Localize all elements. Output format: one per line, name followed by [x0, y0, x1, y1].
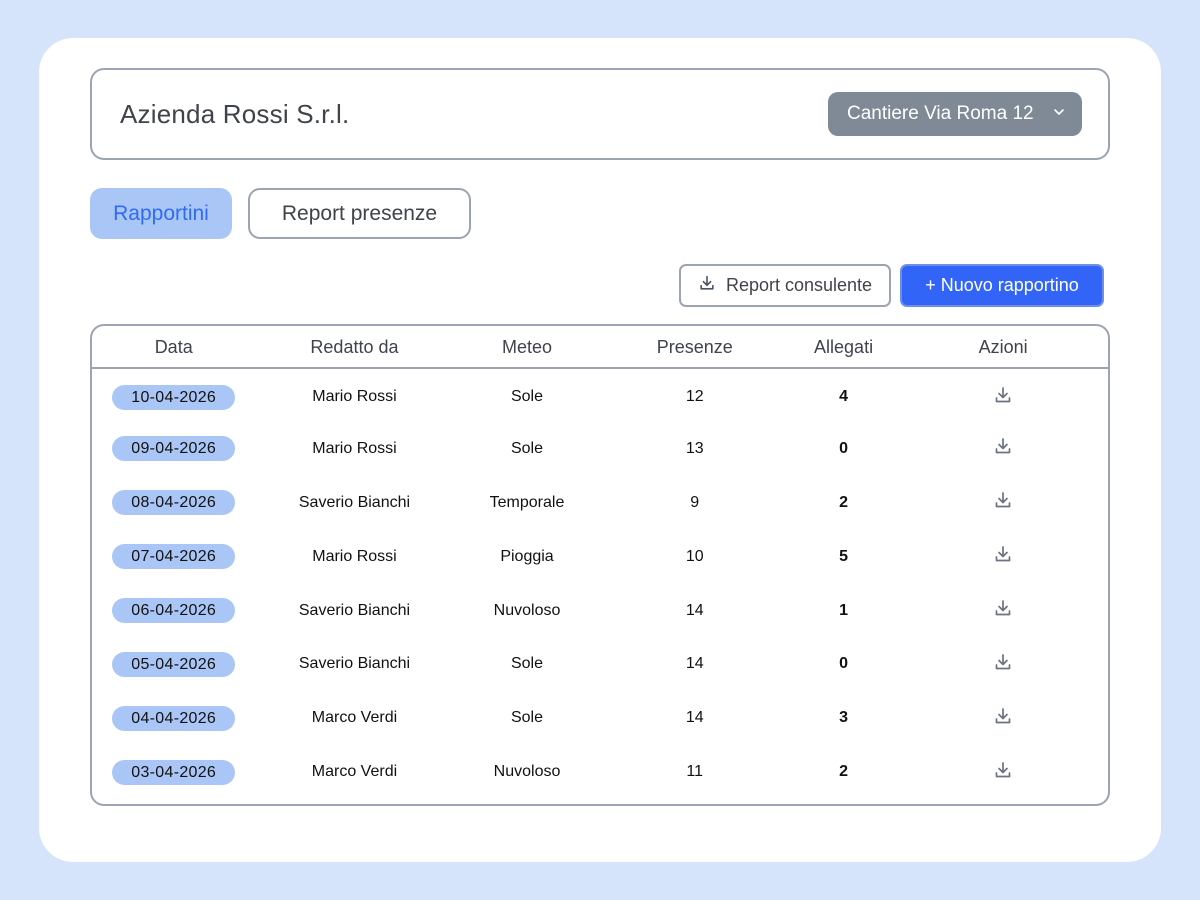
date-badge: 05-04-2026 — [112, 651, 236, 677]
redatto-da-cell: Saverio Bianchi — [298, 655, 411, 673]
date-badge: 09-04-2026 — [112, 436, 236, 462]
table-row[interactable]: 07-04-2026 Mario Rossi Pioggia 10 5 — [92, 530, 1108, 584]
meteo-cell: Sole — [510, 439, 544, 457]
allegati-cell: 3 — [839, 709, 849, 727]
table-row[interactable]: 06-04-2026 Saverio Bianchi Nuvoloso 14 1 — [92, 584, 1108, 638]
meteo-cell: Sole — [510, 388, 544, 406]
tab-rapportini[interactable]: Rapportini — [90, 188, 232, 239]
redatto-da-cell: Marco Verdi — [311, 709, 398, 727]
tab-bar: Rapportini Report presenze — [90, 188, 471, 239]
presenze-cell: 13 — [685, 439, 704, 457]
column-header-presenze[interactable]: Presenze — [600, 326, 789, 369]
meteo-cell: Sole — [510, 709, 544, 727]
company-name: Azienda Rossi S.r.l. — [120, 98, 350, 129]
allegati-cell: 2 — [839, 763, 849, 781]
download-icon[interactable] — [993, 385, 1013, 405]
allegati-cell: 4 — [839, 388, 849, 406]
chevron-down-icon — [1052, 103, 1066, 125]
redatto-da-cell: Mario Rossi — [312, 439, 397, 457]
date-badge: 04-04-2026 — [112, 705, 236, 731]
presenze-cell: 9 — [690, 493, 700, 511]
presenze-cell: 14 — [685, 601, 704, 619]
reports-table: Data Redatto da Meteo Presenze Allegati … — [90, 324, 1110, 806]
table-header-row: Data Redatto da Meteo Presenze Allegati … — [92, 326, 1108, 369]
download-icon[interactable] — [993, 706, 1013, 726]
allegati-cell: 1 — [839, 601, 849, 619]
allegati-cell: 0 — [839, 655, 849, 673]
meteo-cell: Sole — [510, 655, 544, 673]
action-bar: Report consulente + Nuovo rapportino — [679, 264, 1104, 307]
column-header-redatto-da[interactable]: Redatto da — [255, 326, 454, 369]
tab-report-presenze[interactable]: Report presenze — [248, 188, 471, 239]
download-icon[interactable] — [993, 652, 1013, 672]
presenze-cell: 10 — [685, 547, 704, 565]
date-badge: 03-04-2026 — [112, 759, 236, 785]
table-row[interactable]: 09-04-2026 Mario Rossi Sole 13 0 — [92, 422, 1108, 476]
redatto-da-cell: Saverio Bianchi — [298, 601, 411, 619]
report-consulente-label: Report consulente — [725, 275, 873, 295]
column-header-data[interactable]: Data — [92, 326, 256, 369]
meteo-cell: Nuvoloso — [493, 601, 561, 619]
download-icon[interactable] — [993, 436, 1013, 456]
date-badge: 10-04-2026 — [112, 384, 236, 410]
table-row[interactable]: 04-04-2026 Marco Verdi Sole 14 3 — [92, 691, 1108, 745]
meteo-cell: Temporale — [489, 493, 565, 511]
meteo-cell: Pioggia — [500, 547, 554, 565]
site-selector-value: Cantiere Via Roma 12 — [847, 103, 1034, 124]
presenze-cell: 14 — [685, 655, 704, 673]
column-header-meteo[interactable]: Meteo — [453, 326, 601, 369]
new-report-button[interactable]: + Nuovo rapportino — [900, 264, 1104, 307]
presenze-cell: 14 — [685, 709, 704, 727]
main-card: Azienda Rossi S.r.l. Cantiere Via Roma 1… — [39, 38, 1161, 862]
site-selector[interactable]: Cantiere Via Roma 12 — [828, 92, 1082, 136]
company-header: Azienda Rossi S.r.l. Cantiere Via Roma 1… — [90, 68, 1110, 160]
presenze-cell: 11 — [686, 763, 704, 781]
column-header-azioni: Azioni — [898, 326, 1108, 369]
report-consulente-button[interactable]: Report consulente — [679, 264, 891, 307]
redatto-da-cell: Mario Rossi — [312, 547, 397, 565]
table-row[interactable]: 05-04-2026 Saverio Bianchi Sole 14 0 — [92, 637, 1108, 691]
date-badge: 08-04-2026 — [112, 490, 236, 516]
date-badge: 06-04-2026 — [112, 598, 236, 623]
meteo-cell: Nuvoloso — [493, 763, 561, 781]
table-row[interactable]: 08-04-2026 Saverio Bianchi Temporale 9 2 — [92, 476, 1108, 530]
download-icon[interactable] — [993, 760, 1013, 780]
redatto-da-cell: Saverio Bianchi — [298, 493, 411, 511]
table-row[interactable]: 03-04-2026 Marco Verdi Nuvoloso 11 2 — [92, 745, 1108, 799]
download-icon — [698, 274, 716, 297]
redatto-da-cell: Marco Verdi — [311, 763, 398, 781]
download-icon[interactable] — [993, 544, 1013, 564]
allegati-cell: 2 — [839, 493, 849, 511]
column-header-allegati[interactable]: Allegati — [788, 326, 899, 369]
redatto-da-cell: Mario Rossi — [312, 388, 397, 406]
presenze-cell: 12 — [685, 388, 704, 406]
download-icon[interactable] — [993, 490, 1013, 510]
allegati-cell: 5 — [839, 547, 849, 565]
table-row[interactable]: 10-04-2026 Mario Rossi Sole 12 4 — [92, 368, 1108, 422]
download-icon[interactable] — [993, 598, 1013, 618]
allegati-cell: 0 — [839, 439, 849, 457]
date-badge: 07-04-2026 — [112, 544, 236, 570]
